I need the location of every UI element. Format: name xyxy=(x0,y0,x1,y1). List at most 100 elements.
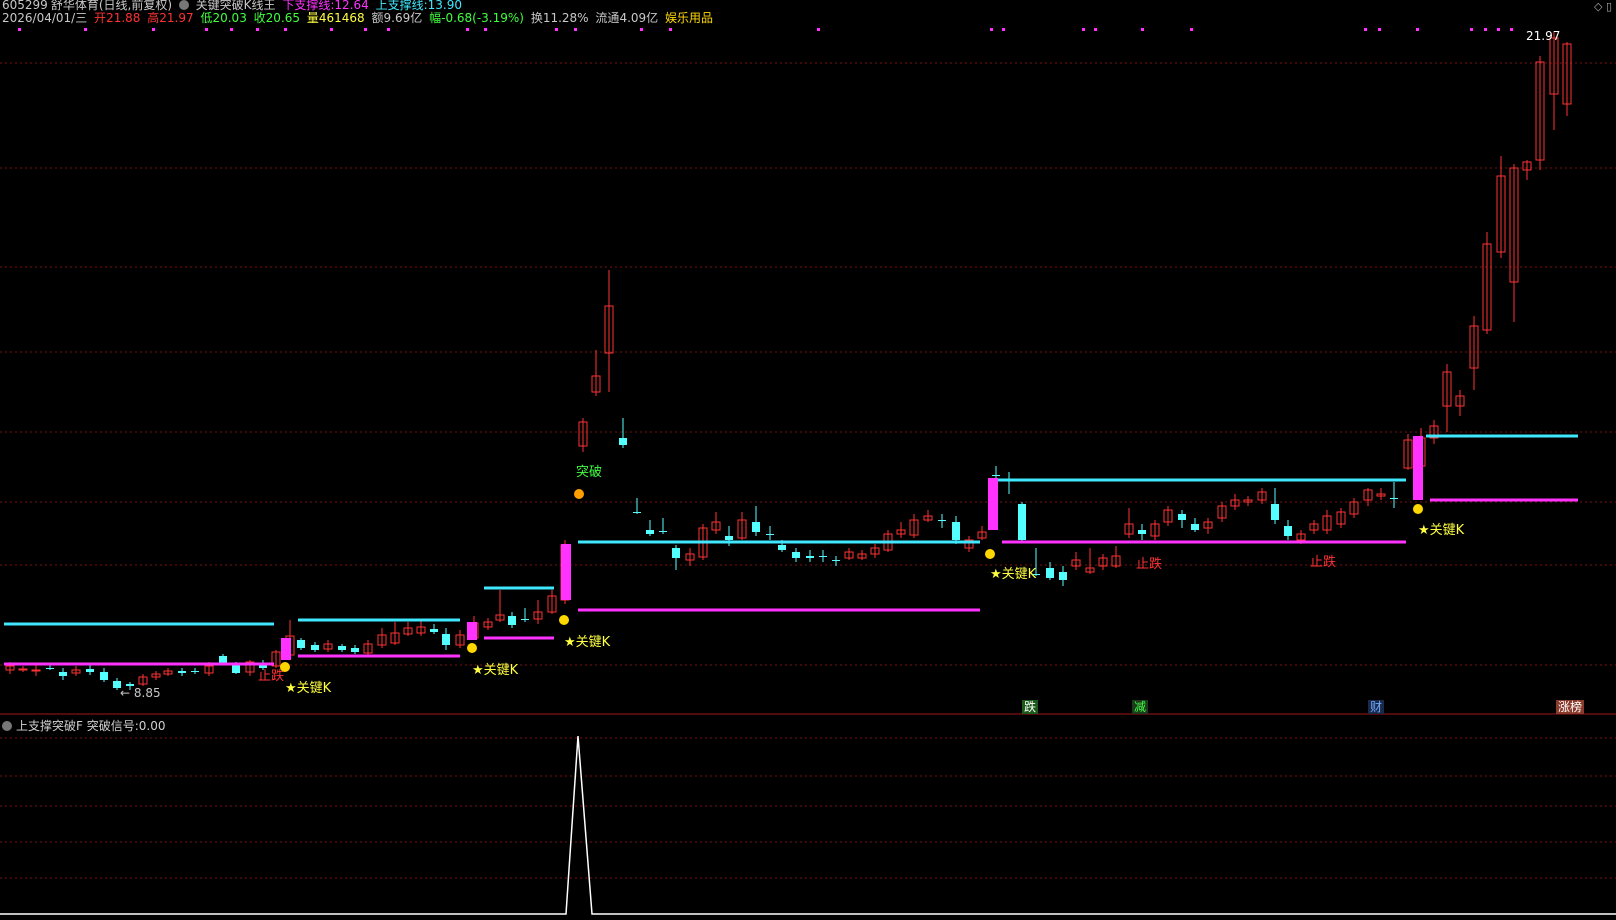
candle-body xyxy=(59,672,67,676)
marker-dot xyxy=(1082,28,1085,31)
marker-dot xyxy=(330,28,333,31)
money-bag-icon xyxy=(985,549,995,559)
candle-body xyxy=(619,438,627,445)
marker-dot xyxy=(256,28,259,31)
candle-body xyxy=(1191,524,1199,530)
key-k-bar xyxy=(1413,436,1423,500)
candle-body xyxy=(442,634,450,645)
marker-dot xyxy=(1190,28,1193,31)
key-k-label: ★关键K xyxy=(564,635,611,650)
candle-body xyxy=(1178,514,1186,520)
marker-dot xyxy=(1470,28,1473,31)
candle-body xyxy=(806,556,814,558)
candle-body xyxy=(508,616,516,625)
marker-dot xyxy=(387,28,390,31)
sub-chart-header: 上支撑突破F 突破信号:0.00 xyxy=(2,717,166,734)
event-badge-reduce[interactable]: 减 xyxy=(1132,700,1149,714)
marker-dot xyxy=(364,28,367,31)
kline-chart[interactable]: ★关键K★关键K★关键K★关键K★关键K止跌止跌 止跌突破21.97← 8.85 xyxy=(0,0,1616,920)
candle-body xyxy=(18,668,28,671)
candle-body xyxy=(1390,498,1398,499)
marker-dot xyxy=(555,28,558,31)
candle-body xyxy=(351,648,359,652)
marker-dot xyxy=(205,28,208,31)
event-badge-rank[interactable]: 涨榜 xyxy=(1556,700,1585,714)
breakout-signal-line xyxy=(0,735,1616,915)
candle-body xyxy=(725,536,733,540)
candle-body xyxy=(311,645,319,650)
candle-body xyxy=(792,552,800,558)
stop-fall-label: 止跌 xyxy=(1136,556,1162,572)
candle-body xyxy=(86,669,94,672)
candle-body xyxy=(646,530,654,534)
key-k-label: ★关键K xyxy=(990,567,1037,582)
candle-body xyxy=(232,665,240,673)
candle-body xyxy=(766,534,774,535)
candle-body xyxy=(633,512,641,513)
candle-body xyxy=(219,656,227,663)
key-k-label: ★关键K xyxy=(1418,523,1465,538)
marker-dot xyxy=(18,28,21,31)
key-k-bar xyxy=(988,478,998,530)
candle-body xyxy=(1138,530,1146,534)
signal-label: 突破信号: xyxy=(86,719,139,733)
breakout-label: 突破 xyxy=(576,464,602,480)
candle-body xyxy=(191,671,199,672)
marker-dot xyxy=(669,28,672,31)
key-k-label: ★关键K xyxy=(472,663,519,678)
marker-dot xyxy=(84,28,87,31)
price-min-label: ← 8.85 xyxy=(120,686,161,700)
money-bag-icon xyxy=(559,615,569,625)
candle-body xyxy=(521,619,529,620)
candle-body xyxy=(338,646,346,650)
key-k-label: ★关键K xyxy=(285,681,332,696)
marker-dot xyxy=(466,28,469,31)
candle-body xyxy=(1018,504,1026,540)
sub-indicator-title[interactable]: 上支撑突破F xyxy=(16,719,83,733)
candle-body xyxy=(778,545,786,550)
event-badge-finance[interactable]: 财 xyxy=(1368,700,1385,714)
candle-body xyxy=(819,556,827,557)
money-bag-icon xyxy=(467,643,477,653)
signal-value: 0.00 xyxy=(138,719,166,733)
breakout-icon xyxy=(574,489,584,499)
candle-body xyxy=(672,548,680,558)
key-k-bar xyxy=(467,622,477,640)
marker-dot xyxy=(817,28,820,31)
candle-body xyxy=(1284,526,1292,536)
marker-dot xyxy=(1497,28,1500,31)
marker-dot xyxy=(484,28,487,31)
candle-body xyxy=(659,531,667,532)
candle-body xyxy=(938,520,946,521)
marker-dot xyxy=(640,28,643,31)
stop-fall-label: 止跌 xyxy=(258,668,284,684)
marker-dot xyxy=(1484,28,1487,31)
key-k-bar xyxy=(561,544,571,600)
marker-dot xyxy=(1378,28,1381,31)
candle-body xyxy=(1046,568,1054,578)
candle-body xyxy=(430,629,438,632)
candle-body xyxy=(992,475,1000,476)
marker-dot xyxy=(990,28,993,31)
event-badge-fall[interactable]: 跌 xyxy=(1022,700,1039,714)
key-k-bar xyxy=(281,638,291,660)
candle-body xyxy=(31,669,41,672)
marker-dot xyxy=(284,28,287,31)
marker-dot xyxy=(1094,28,1097,31)
marker-dot xyxy=(1364,28,1367,31)
candle-body xyxy=(952,522,960,540)
price-max-label: 21.97 xyxy=(1526,29,1560,43)
sub-indicator-toggle-icon[interactable] xyxy=(2,721,12,731)
money-bag-icon xyxy=(1413,504,1423,514)
candle-body xyxy=(178,671,186,673)
candle-body xyxy=(1059,572,1067,580)
marker-dot xyxy=(574,28,577,31)
candle-body xyxy=(297,640,305,648)
marker-dot xyxy=(1416,28,1419,31)
candle-body xyxy=(832,560,840,561)
money-bag-icon xyxy=(280,662,290,672)
stop-fall-label: 止跌 xyxy=(1310,554,1336,570)
marker-dot xyxy=(152,28,155,31)
candle-body xyxy=(1271,504,1279,520)
marker-dot xyxy=(230,28,233,31)
